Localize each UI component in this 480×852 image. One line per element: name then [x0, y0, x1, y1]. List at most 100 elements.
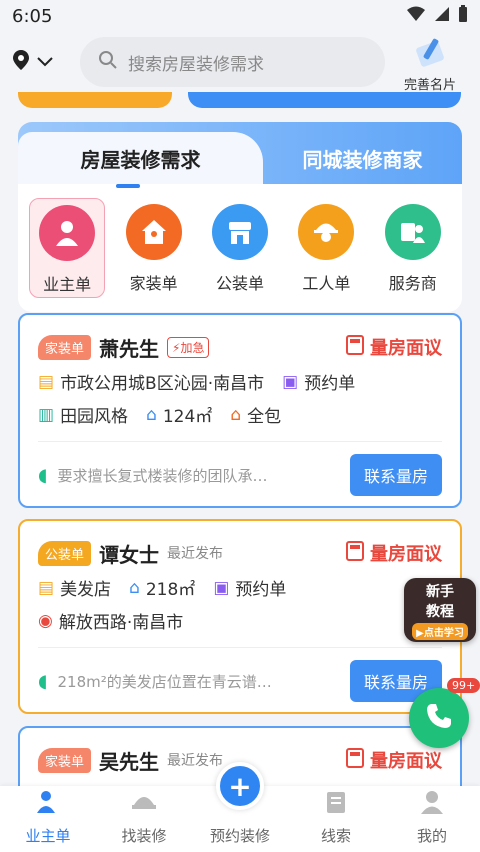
home-area-icon: ⌂	[129, 577, 140, 598]
category-service-provider[interactable]: 服务商	[375, 198, 451, 298]
tutorial-line1: 新手	[426, 583, 454, 600]
battery-icon	[458, 4, 468, 28]
urgent-badge: ⚡加急	[167, 336, 210, 358]
top-header: 搜索房屋装修需求 完善名片	[0, 32, 480, 93]
order-type-tag: 家装单	[38, 747, 92, 773]
urgent-label: 加急	[180, 340, 205, 355]
venue-text: 美发店	[60, 580, 112, 600]
nav-find-decoration[interactable]: 找装修	[104, 789, 184, 846]
nav-mine[interactable]: 我的	[392, 789, 472, 846]
tab-decoration-demand[interactable]: 房屋装修需求	[18, 132, 263, 184]
status-time: 6:05	[12, 5, 53, 27]
wifi-icon	[406, 6, 426, 27]
nav-label: 我的	[416, 827, 447, 845]
category-label: 服务商	[388, 274, 437, 293]
building-icon: ▤	[38, 371, 55, 392]
measure-label: 量房面议	[370, 338, 442, 359]
plus-icon: +	[228, 769, 252, 803]
calculator-icon	[346, 540, 364, 566]
search-input[interactable]: 搜索房屋装修需求	[80, 37, 385, 87]
document-icon	[323, 789, 349, 819]
measure-action: 量房面议	[346, 747, 442, 773]
package-icon: ⌂	[230, 404, 242, 425]
tab-indicator	[116, 184, 140, 188]
area-text: 218㎡	[145, 580, 196, 600]
business-card-icon	[410, 34, 450, 74]
nav-leads[interactable]: 线索	[296, 789, 376, 846]
paint-roller-icon: ▥	[38, 404, 55, 425]
owner-icon	[39, 205, 96, 261]
helmet-icon	[131, 789, 157, 819]
calculator-icon	[346, 334, 364, 360]
address-text: 解放西路·南昌市	[58, 613, 184, 633]
category-label: 业主单	[43, 275, 92, 294]
category-worker-order[interactable]: 工人单	[288, 198, 364, 298]
description-text: 要求擅长复式楼装修的团队承…	[57, 466, 268, 485]
search-placeholder: 搜索房屋装修需求	[128, 54, 264, 75]
calculator-icon	[346, 747, 364, 773]
banner-left[interactable]	[18, 92, 172, 108]
search-icon	[98, 50, 118, 75]
service-provider-icon	[384, 204, 441, 260]
call-count-badge: 99+	[447, 678, 480, 693]
contact-measure-button[interactable]: 联系量房	[349, 454, 442, 496]
appointment-icon: ▣	[213, 577, 230, 598]
nav-label: 预约装修	[209, 827, 270, 845]
client-name: 谭女士	[99, 542, 160, 567]
nav-label: 找装修	[121, 827, 167, 845]
nav-label: 业主单	[25, 827, 71, 845]
nav-owner-orders[interactable]: 业主单	[8, 789, 88, 846]
client-name: 萧先生	[99, 336, 160, 361]
location-selector[interactable]	[12, 49, 74, 75]
shop-icon	[211, 204, 268, 260]
complete-profile-button[interactable]: 完善名片	[390, 34, 470, 93]
complete-profile-label: 完善名片	[403, 78, 456, 93]
owner-nav-icon	[35, 789, 61, 819]
measure-action: 量房面议	[346, 334, 442, 360]
style-text: 田园风格	[60, 407, 129, 427]
category-owner-order[interactable]: 业主单	[29, 198, 106, 298]
order-type-text: 预约单	[235, 580, 287, 600]
banner-strip[interactable]	[18, 92, 462, 108]
order-type-tag: 公装单	[38, 540, 92, 566]
category-label: 公装单	[215, 274, 264, 293]
signal-icon	[434, 6, 450, 27]
appointment-icon: ▣	[282, 371, 299, 392]
description-text: 218m²的美发店位置在青云谱…	[57, 672, 272, 691]
client-name: 吴先生	[99, 749, 160, 774]
book-decoration-fab[interactable]: +	[216, 762, 264, 810]
category-home-order[interactable]: 家装单	[116, 198, 192, 298]
voice-icon: ◖	[38, 670, 48, 692]
category-label: 工人单	[302, 274, 351, 293]
scope-text: 全包	[247, 407, 282, 427]
address-text: 市政公用城B区沁园·南昌市	[60, 374, 265, 394]
building-icon: ▤	[38, 577, 55, 598]
worker-helmet-icon	[298, 204, 355, 260]
measure-label: 量房面议	[370, 544, 442, 565]
tutorial-line2: 教程	[426, 603, 454, 620]
tutorial-float-button[interactable]: 新手 教程 ▶点击学习	[404, 578, 476, 642]
banner-right[interactable]	[188, 92, 461, 108]
voice-icon: ◖	[38, 464, 48, 486]
category-list: 业主单 家装单 公装单 工人单 服务商	[18, 198, 462, 298]
measure-action: 量房面议	[346, 540, 442, 566]
nav-label: 线索	[320, 827, 351, 845]
category-commercial-order[interactable]: 公装单	[202, 198, 278, 298]
order-type-text: 预约单	[304, 374, 356, 394]
listing-card[interactable]: 公装单 谭女士 最近发布 量房面议 ▤ 美发店 ⌂ 218㎡ ▣ 预约单 ◉ 解放西路·…	[18, 519, 462, 714]
category-panel: 房屋装修需求 同城装修商家 业主单 家装单 公装单 工人单 服务商	[18, 122, 462, 312]
listing-card[interactable]: 家装单 萧先生 ⚡加急 量房面议 ▤ 市政公用城B区沁园·南昌市 ▣ 预约单 ▥ 田园…	[18, 313, 462, 508]
user-icon	[419, 789, 445, 819]
post-time: 最近发布	[167, 546, 224, 562]
post-time: 最近发布	[167, 753, 224, 769]
order-type-tag: 家装单	[38, 334, 92, 360]
call-float-button[interactable]	[409, 688, 469, 748]
location-pin-icon	[12, 49, 30, 75]
tab-local-merchants[interactable]: 同城装修商家	[263, 132, 462, 184]
measure-label: 量房面议	[370, 751, 442, 772]
phone-icon	[424, 701, 454, 735]
area-text: 124㎡	[162, 407, 213, 427]
tab-bar: 房屋装修需求 同城装修商家	[18, 122, 462, 184]
location-pin-icon: ◉	[38, 610, 53, 631]
house-icon	[125, 204, 182, 260]
